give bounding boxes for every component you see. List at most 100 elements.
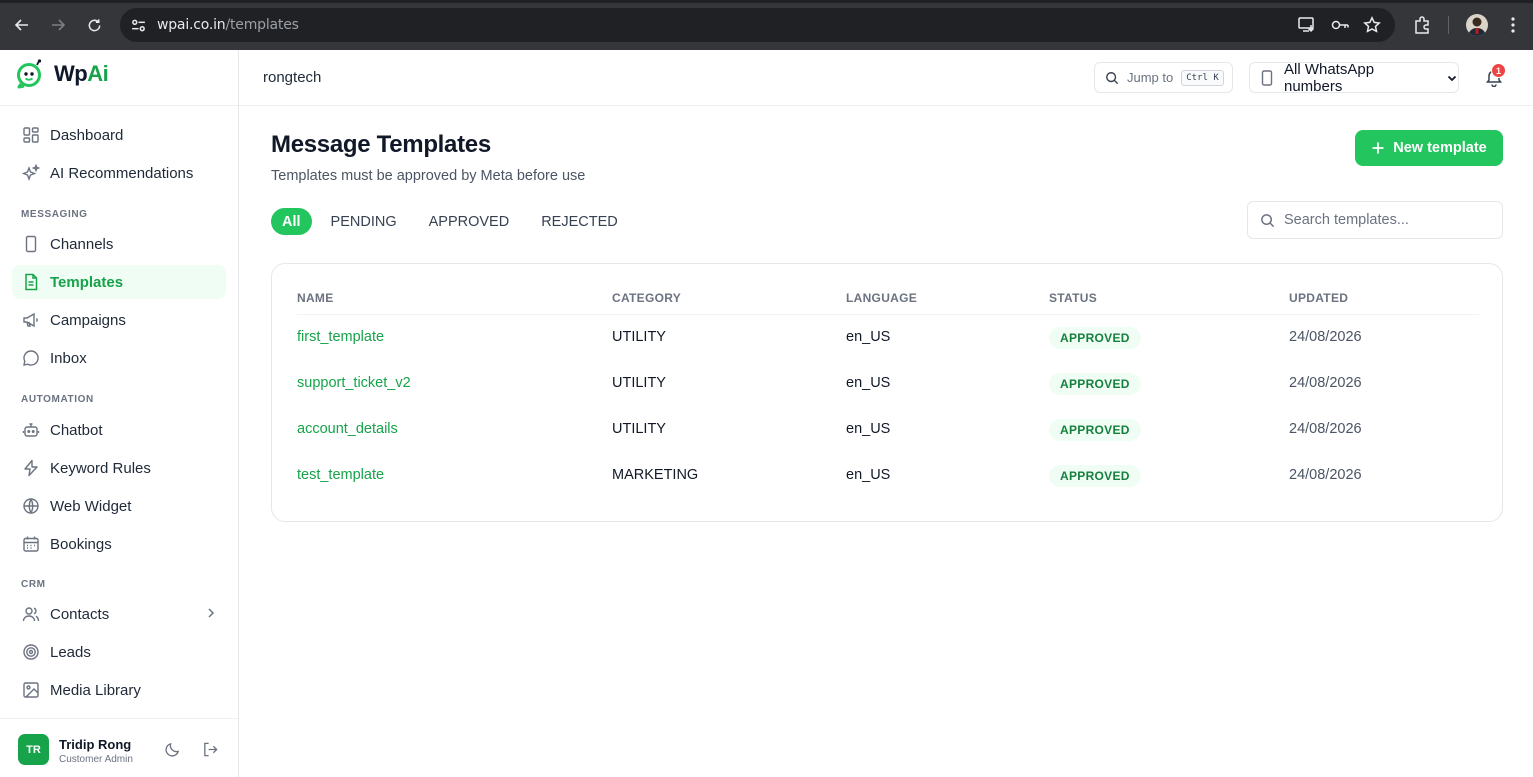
- tab-approved[interactable]: APPROVED: [416, 208, 523, 235]
- phone-icon: [1260, 69, 1274, 86]
- tab-all[interactable]: All: [271, 208, 312, 235]
- browser-menu-icon[interactable]: [1502, 14, 1524, 36]
- logout-icon[interactable]: [202, 741, 219, 758]
- workspace-name[interactable]: rongtech: [263, 69, 321, 86]
- search-templates-input[interactable]: Search templates...: [1247, 201, 1503, 239]
- page-subtitle: Templates must be approved by Meta befor…: [271, 168, 586, 184]
- template-language: en_US: [846, 421, 891, 437]
- status-filter-tabs: All PENDING APPROVED REJECTED: [271, 208, 637, 235]
- new-template-button[interactable]: New template: [1355, 130, 1503, 166]
- sidebar-item-label: AI Recommendations: [50, 164, 194, 182]
- table-row[interactable]: account_details UTILITY en_US APPROVED 2…: [272, 407, 1502, 453]
- sidebar-item-contacts[interactable]: Contacts: [12, 597, 226, 631]
- section-label-crm: CRM: [21, 579, 46, 590]
- table-row[interactable]: first_template UTILITY en_US APPROVED 24…: [272, 315, 1502, 361]
- sidebar-item-label: Keyword Rules: [50, 459, 151, 477]
- number-select-value: All WhatsApp numbers: [1284, 60, 1375, 95]
- templates-table: NAME CATEGORY LANGUAGE STATUS UPDATED fi…: [271, 263, 1503, 522]
- sidebar-item-leads[interactable]: Leads: [12, 635, 226, 669]
- sidebar-item-channels[interactable]: Channels: [12, 227, 226, 261]
- user-profile: TR Tridip Rong Customer Admin: [0, 718, 238, 777]
- column-header-language[interactable]: LANGUAGE: [846, 291, 917, 305]
- sidebar-item-label: Web Widget: [50, 497, 132, 515]
- reload-icon[interactable]: [83, 14, 105, 36]
- sparkles-icon: [22, 164, 40, 182]
- table-row[interactable]: support_ticket_v2 UTILITY en_US APPROVED…: [272, 361, 1502, 407]
- forward-icon[interactable]: [47, 14, 69, 36]
- target-icon: [22, 643, 40, 661]
- tab-rejected[interactable]: REJECTED: [528, 208, 631, 235]
- template-language: en_US: [846, 467, 891, 483]
- calendar-icon: [22, 535, 40, 553]
- sidebar-item-label: Campaigns: [50, 311, 126, 329]
- sidebar-item-keyword-rules[interactable]: Keyword Rules: [12, 451, 226, 485]
- grid-icon: [22, 126, 40, 144]
- users-icon: [22, 605, 40, 623]
- column-header-updated[interactable]: UPDATED: [1289, 291, 1348, 305]
- back-icon[interactable]: [11, 14, 33, 36]
- template-updated: 24/08/2026: [1289, 467, 1362, 483]
- page-title: Message Templates: [271, 131, 491, 158]
- template-name-link[interactable]: account_details: [297, 421, 398, 437]
- user-role: Customer Admin: [59, 754, 133, 765]
- notification-badge: 1: [1491, 63, 1506, 78]
- toolbar-separator: [1448, 16, 1449, 34]
- jump-to-button[interactable]: Jump to Ctrl K: [1094, 62, 1233, 93]
- bookmark-star-icon[interactable]: [1363, 16, 1383, 34]
- sidebar-item-label: Bookings: [50, 535, 112, 553]
- url-text[interactable]: wpai.co.in/templates: [157, 17, 299, 33]
- chevron-down-icon: [1446, 72, 1458, 84]
- sidebar-item-inbox[interactable]: Inbox: [12, 341, 226, 375]
- sidebar-item-label: Templates: [50, 273, 124, 291]
- sidebar-item-web-widget[interactable]: Web Widget: [12, 489, 226, 523]
- install-app-icon[interactable]: [1297, 16, 1317, 34]
- sidebar-item-label: Contacts: [50, 605, 110, 623]
- template-language: en_US: [846, 329, 891, 345]
- column-header-category[interactable]: CATEGORY: [612, 291, 681, 305]
- brand-logo[interactable]: WpAi: [16, 59, 109, 89]
- search-icon: [1260, 213, 1275, 228]
- table-row[interactable]: test_template MARKETING en_US APPROVED 2…: [272, 453, 1502, 499]
- template-name-link[interactable]: first_template: [297, 329, 384, 345]
- sidebar-item-chatbot[interactable]: Chatbot: [12, 413, 226, 447]
- moon-icon[interactable]: [164, 741, 181, 758]
- user-name: Tridip Rong: [59, 737, 132, 752]
- sidebar-item-label: Dashboard: [50, 126, 124, 144]
- tab-strip: [0, 0, 1533, 3]
- avatar[interactable]: TR: [18, 734, 49, 765]
- site-settings-icon[interactable]: [130, 17, 147, 34]
- chat-bubble-icon: [22, 349, 40, 367]
- template-updated: 24/08/2026: [1289, 375, 1362, 391]
- extensions-icon[interactable]: [1412, 14, 1434, 36]
- phone-icon: [22, 235, 40, 253]
- sidebar-item-label: Leads: [50, 643, 91, 661]
- section-label-automation: AUTOMATION: [21, 394, 94, 405]
- whatsapp-bot-logo-icon: [17, 59, 42, 89]
- tab-pending[interactable]: PENDING: [318, 208, 410, 235]
- address-bar[interactable]: wpai.co.in/templates: [120, 8, 1395, 42]
- status-badge: APPROVED: [1049, 373, 1141, 395]
- column-header-status[interactable]: STATUS: [1049, 291, 1097, 305]
- bot-icon: [22, 421, 40, 439]
- template-category: MARKETING: [612, 467, 699, 483]
- sidebar-item-ai-recommendations[interactable]: AI Recommendations: [12, 156, 226, 190]
- column-header-name[interactable]: NAME: [297, 291, 334, 305]
- template-updated: 24/08/2026: [1289, 421, 1362, 437]
- search-icon: [1105, 71, 1119, 85]
- plus-icon: [1371, 141, 1385, 155]
- profile-avatar[interactable]: [1466, 14, 1488, 36]
- sidebar-item-campaigns[interactable]: Campaigns: [12, 303, 226, 337]
- sidebar-item-media-library[interactable]: Media Library: [12, 673, 226, 707]
- template-updated: 24/08/2026: [1289, 329, 1362, 345]
- chevron-right-icon[interactable]: [204, 606, 218, 620]
- sidebar-item-templates[interactable]: Templates: [12, 265, 226, 299]
- sidebar-item-dashboard[interactable]: Dashboard: [12, 118, 226, 152]
- new-template-label: New template: [1393, 140, 1487, 156]
- password-key-icon[interactable]: [1330, 16, 1350, 34]
- jump-to-label: Jump to: [1127, 70, 1174, 85]
- template-name-link[interactable]: test_template: [297, 467, 384, 483]
- sidebar-item-bookings[interactable]: Bookings: [12, 527, 226, 561]
- whatsapp-number-select[interactable]: All WhatsApp numbers: [1249, 60, 1459, 95]
- template-category: UTILITY: [612, 329, 666, 345]
- template-name-link[interactable]: support_ticket_v2: [297, 375, 411, 391]
